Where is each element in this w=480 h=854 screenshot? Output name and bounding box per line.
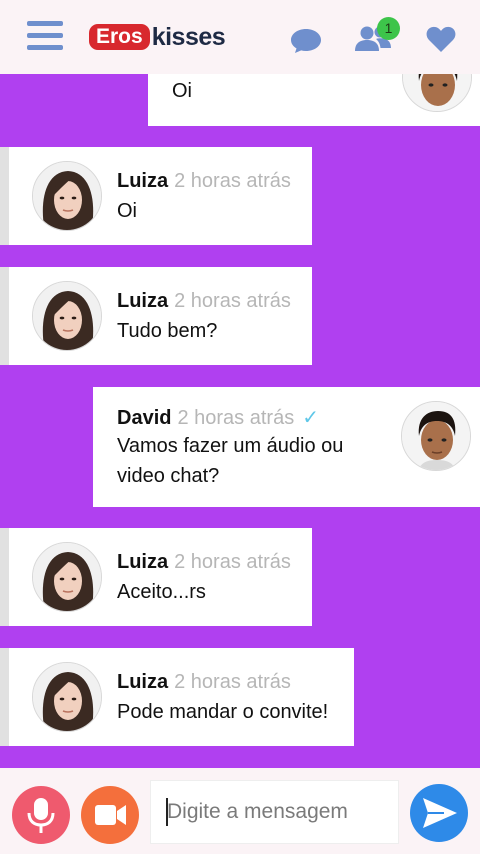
sender-name: Luiza 2 horas atrás bbox=[117, 671, 291, 693]
app-logo[interactable]: Eros kisses bbox=[89, 23, 226, 51]
sender-name: David 2 horas atrás ✓ bbox=[117, 407, 319, 429]
composer-bar bbox=[0, 768, 480, 854]
mic-button[interactable] bbox=[12, 786, 70, 844]
message-input[interactable] bbox=[150, 780, 399, 844]
sender-name: Luiza 2 horas atrás bbox=[117, 290, 291, 312]
message-bubble: Luiza 2 horas atrás Oi bbox=[0, 147, 312, 245]
check-icon: ✓ bbox=[302, 407, 319, 429]
message-time: 2 horas atrás bbox=[177, 407, 295, 429]
message-bubble: David 2 horas atrás ✓ Vamos fazer um áudio… bbox=[93, 387, 480, 507]
send-icon bbox=[423, 798, 457, 828]
message-time: 2 horas atrás bbox=[174, 671, 291, 693]
message-bubble: Luiza 2 horas atrás Pode mandar o convite… bbox=[0, 648, 354, 746]
message-time: 2 horas atrás bbox=[174, 170, 291, 192]
avatar[interactable] bbox=[32, 662, 102, 732]
text-caret bbox=[166, 798, 168, 826]
sender-name: Luiza 2 horas atrás bbox=[117, 551, 291, 573]
hamburger-icon[interactable] bbox=[27, 21, 63, 51]
send-button[interactable] bbox=[410, 784, 468, 842]
avatar[interactable] bbox=[32, 161, 102, 231]
logo-eros: Eros bbox=[89, 24, 150, 50]
logo-kisses: kisses bbox=[151, 23, 226, 51]
message-text: Tudo bem? bbox=[117, 320, 218, 342]
video-camera-icon bbox=[95, 805, 126, 825]
message-text: Oi bbox=[117, 200, 137, 222]
chat-bubble-icon[interactable] bbox=[290, 28, 322, 54]
avatar[interactable] bbox=[32, 281, 102, 351]
heart-icon[interactable] bbox=[426, 26, 456, 52]
sender-name: Luiza 2 horas atrás bbox=[117, 170, 291, 192]
avatar[interactable] bbox=[32, 542, 102, 612]
message-text: Aceito...rs bbox=[117, 581, 206, 603]
microphone-icon bbox=[27, 798, 55, 833]
message-text: Vamos fazer um áudio ou video chat? bbox=[117, 435, 344, 487]
message-time: 2 horas atrás bbox=[174, 551, 291, 573]
notification-badge[interactable]: 1 bbox=[377, 17, 400, 40]
video-button[interactable] bbox=[81, 786, 139, 844]
avatar[interactable] bbox=[401, 401, 471, 471]
top-bar: Eros kisses 1 bbox=[0, 0, 480, 74]
message-text: Oi bbox=[172, 80, 192, 102]
message-bubble: Luiza 2 horas atrás Aceito...rs bbox=[0, 528, 312, 626]
message-bubble: Luiza 2 horas atrás Tudo bem? bbox=[0, 267, 312, 365]
message-text: Pode mandar o convite! bbox=[117, 701, 329, 723]
message-time: 2 horas atrás bbox=[174, 290, 291, 312]
